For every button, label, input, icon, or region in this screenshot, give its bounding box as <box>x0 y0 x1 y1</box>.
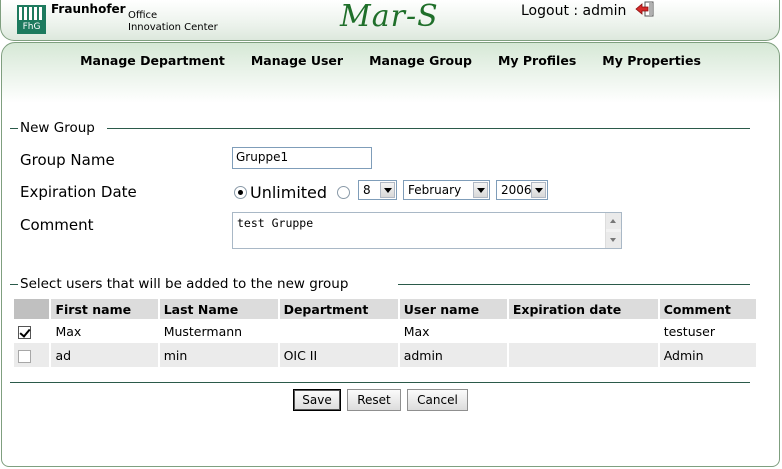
comment-scrollbar[interactable] <box>605 213 621 248</box>
brand-name: Fraunhofer <box>51 2 126 16</box>
first-name-cell: Max <box>51 319 158 343</box>
brand-subtitle-line2: Innovation Center <box>128 22 218 33</box>
department-cell <box>279 319 398 343</box>
reset-button[interactable]: Reset <box>347 389 401 411</box>
main-nav: Manage Department Manage User Manage Gro… <box>2 53 779 68</box>
header-bar: FhG Fraunhofer Office Innovation Center … <box>0 0 780 41</box>
column-header[interactable]: First name <box>51 299 158 319</box>
scroll-down-icon[interactable] <box>606 232 621 248</box>
column-header[interactable]: Department <box>279 299 398 319</box>
select-column-header <box>14 299 50 319</box>
section-divider <box>10 128 18 129</box>
table-header-row: First name Last Name Department User nam… <box>14 299 756 319</box>
logo-text: FhG <box>22 22 41 32</box>
row-checkbox[interactable] <box>18 325 31 339</box>
section-divider <box>10 284 18 285</box>
expiration-date-label: Expiration Date <box>20 183 137 201</box>
last-name-cell: Mustermann <box>159 319 278 343</box>
date-radio[interactable] <box>337 186 350 199</box>
app-title: Mar-S <box>340 0 439 34</box>
column-header[interactable]: Last Name <box>159 299 278 319</box>
select-cell <box>14 319 50 343</box>
comment-label: Comment <box>20 216 94 234</box>
nav-manage-user[interactable]: Manage User <box>238 53 356 68</box>
group-name-label: Group Name <box>20 151 115 169</box>
row-checkbox[interactable] <box>18 349 31 363</box>
section-divider <box>398 284 750 285</box>
user-name-cell: Max <box>399 319 507 343</box>
year-select[interactable]: 2006 <box>496 180 548 200</box>
month-value: February <box>408 183 462 197</box>
select-cell <box>14 343 50 367</box>
bottom-divider <box>10 382 750 383</box>
department-cell: OIC II <box>279 343 398 367</box>
cancel-button[interactable]: Cancel <box>407 389 468 411</box>
nav-my-properties[interactable]: My Properties <box>589 53 714 68</box>
month-select[interactable]: February <box>403 180 490 200</box>
day-value: 8 <box>363 183 371 197</box>
unlimited-label: Unlimited <box>250 183 328 202</box>
table-row: ad min OIC II admin Admin <box>14 343 756 367</box>
scroll-up-icon[interactable] <box>606 213 621 229</box>
new-group-legend: New Group <box>20 120 95 136</box>
comment-cell: testuser <box>659 319 756 343</box>
table-row: Max Mustermann Max testuser <box>14 319 756 343</box>
comment-cell: Admin <box>659 343 756 367</box>
section-divider <box>107 128 750 129</box>
column-header[interactable]: User name <box>399 299 507 319</box>
comment-value: test Gruppe <box>237 216 314 230</box>
chevron-down-icon <box>473 182 488 198</box>
expiration-cell <box>508 319 658 343</box>
unlimited-radio[interactable] <box>234 186 247 199</box>
nav-manage-department[interactable]: Manage Department <box>67 53 238 68</box>
comment-textarea[interactable]: test Gruppe <box>232 212 622 249</box>
nav-my-profiles[interactable]: My Profiles <box>485 53 589 68</box>
logout-arrow-icon[interactable] <box>635 1 655 17</box>
brand-subtitle-line1: Office <box>128 10 158 21</box>
day-select[interactable]: 8 <box>358 180 397 200</box>
first-name-cell: ad <box>51 343 158 367</box>
save-button[interactable]: Save <box>293 389 341 411</box>
expiration-cell <box>508 343 658 367</box>
users-table: First name Last Name Department User nam… <box>12 299 758 367</box>
nav-manage-group[interactable]: Manage Group <box>356 53 485 68</box>
group-name-input[interactable]: Gruppe1 <box>232 147 372 169</box>
year-value: 2006 <box>501 183 532 197</box>
column-header[interactable]: Comment <box>659 299 756 319</box>
logo-grid-icon <box>19 7 44 20</box>
last-name-cell: min <box>159 343 278 367</box>
select-users-legend: Select users that will be added to the n… <box>20 276 349 292</box>
user-name-cell: admin <box>399 343 507 367</box>
fraunhofer-logo: FhG <box>17 5 46 34</box>
chevron-down-icon <box>380 182 395 198</box>
column-header[interactable]: Expiration date <box>508 299 658 319</box>
logout-link[interactable]: Logout : admin <box>521 3 626 19</box>
chevron-down-icon <box>531 182 546 198</box>
